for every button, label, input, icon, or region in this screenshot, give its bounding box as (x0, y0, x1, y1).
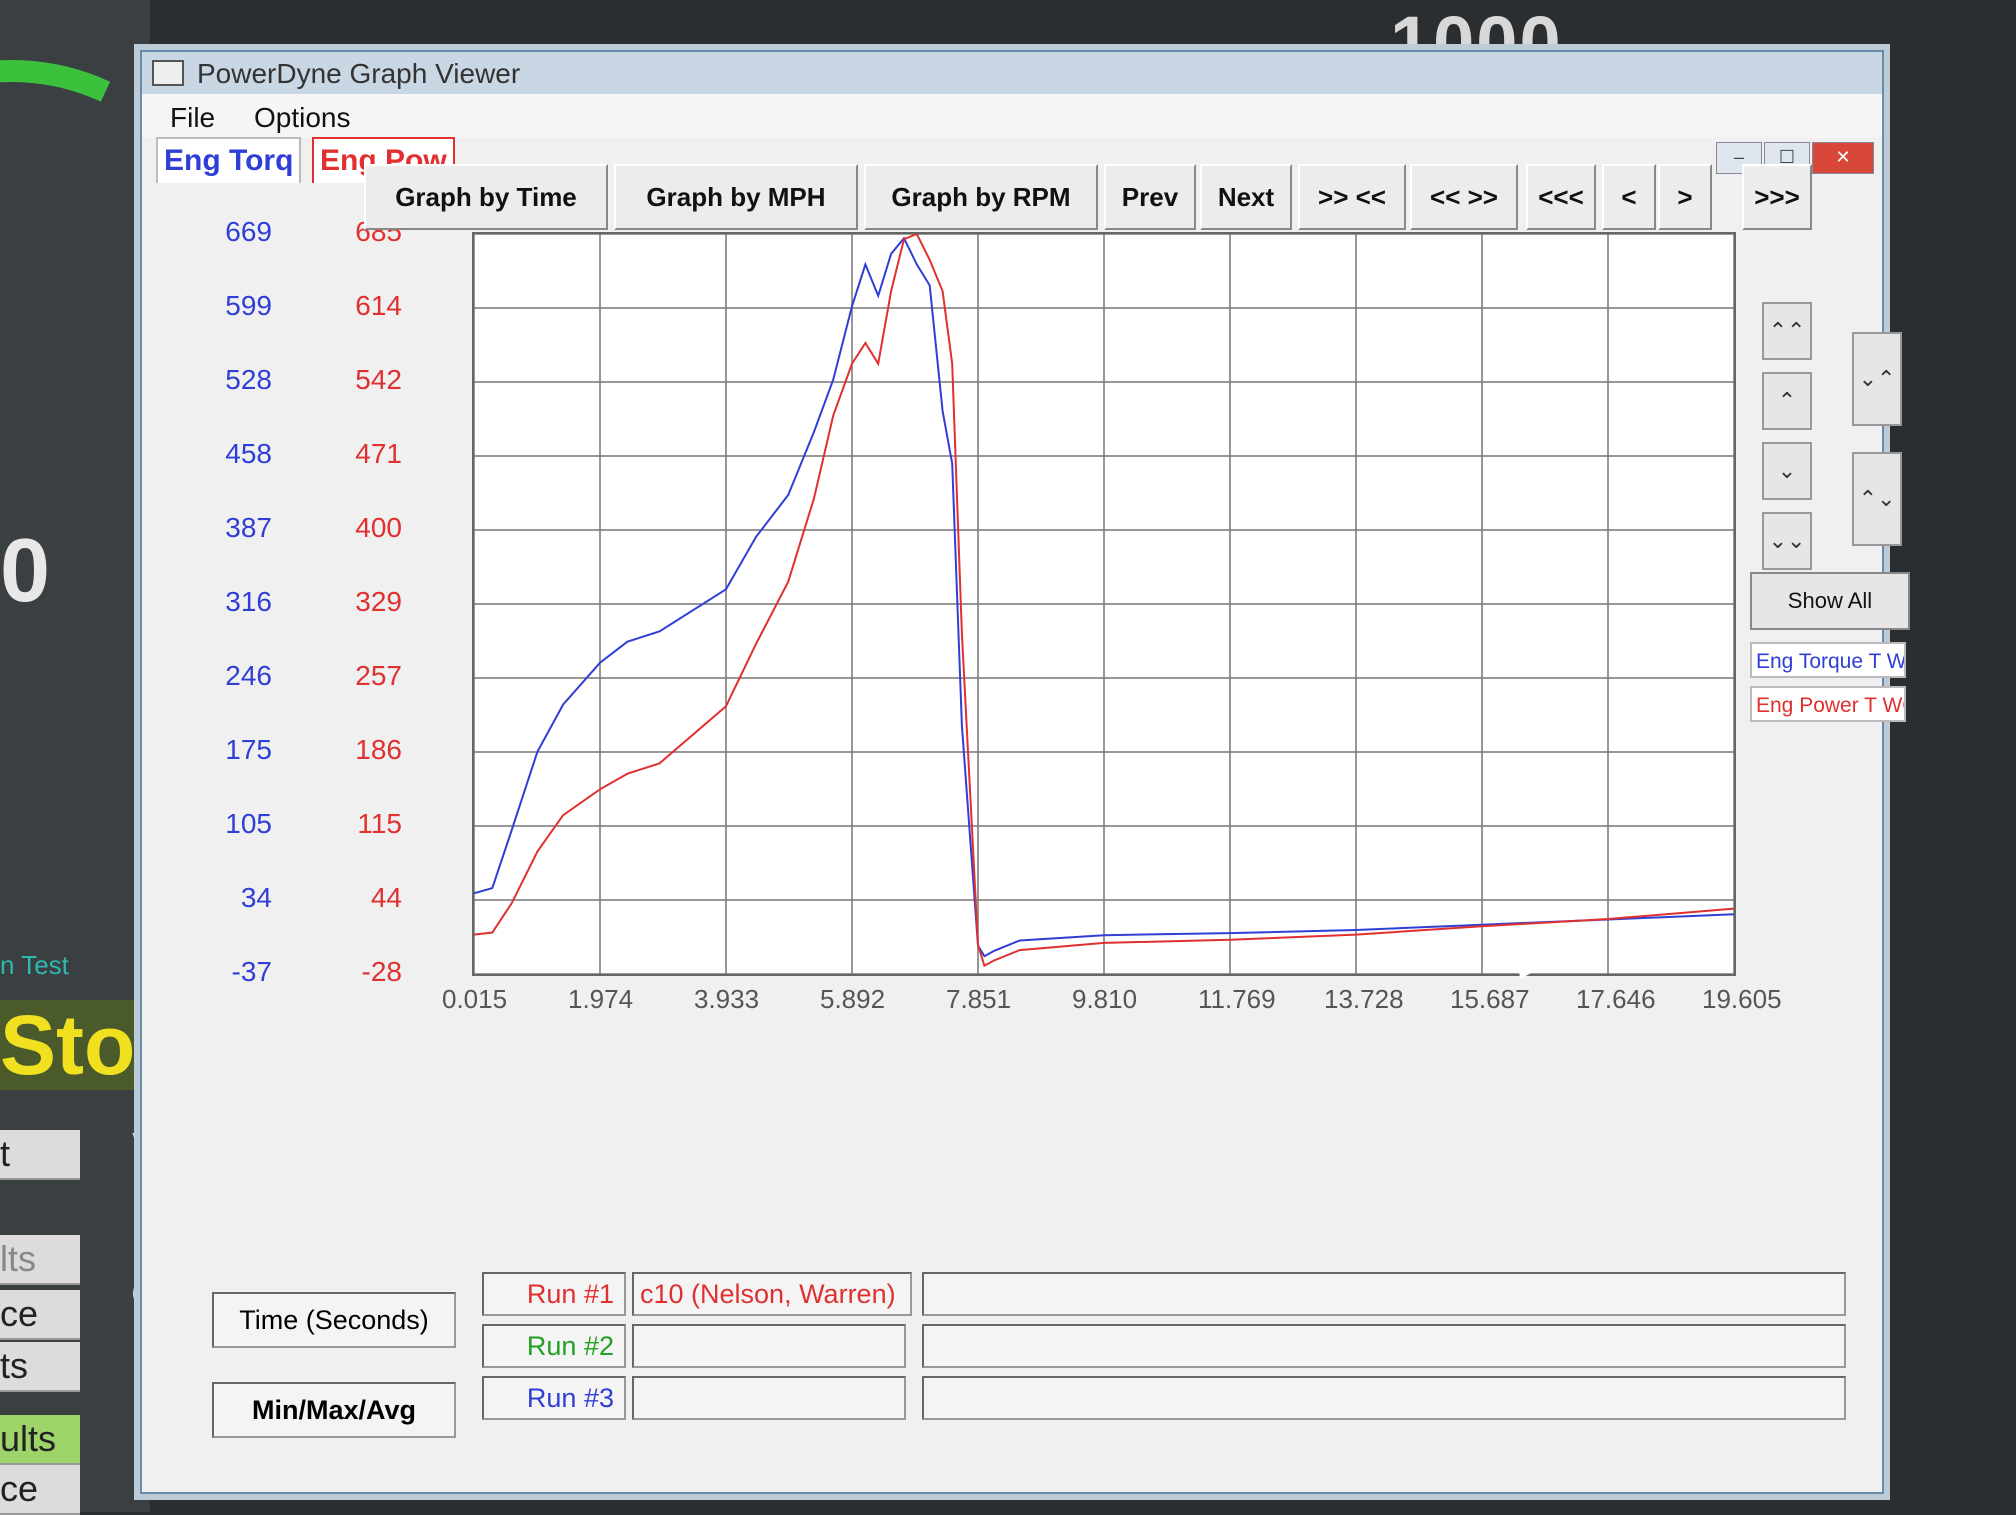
close-button[interactable]: ✕ (1812, 142, 1874, 174)
title-bar[interactable]: PowerDyne Graph Viewer (142, 52, 1882, 94)
zoom-out-button[interactable]: << >> (1410, 164, 1518, 230)
y-tick-label-power: 542 (355, 364, 402, 395)
window-title: PowerDyne Graph Viewer (197, 58, 521, 89)
y-tick-label-torque: 387 (225, 512, 272, 543)
left-stub[interactable]: ts (0, 1342, 80, 1392)
y-tick-label-torque: 175 (225, 734, 272, 765)
app-icon (152, 60, 184, 86)
run-2-info-field[interactable] (922, 1324, 1846, 1368)
x-tick-label: 7.851 (946, 984, 1012, 1014)
run-1-label[interactable]: Run #1 (482, 1272, 626, 1316)
left-stub[interactable]: ults (0, 1415, 80, 1465)
menu-bar: File Options (142, 94, 1882, 138)
scroll-far-left-button[interactable]: <<< (1526, 164, 1596, 230)
y-tick-label-power: -28 (361, 956, 402, 987)
left-stub[interactable]: t (0, 1130, 80, 1180)
scroll-right-button[interactable]: > (1658, 164, 1712, 230)
background-faint-text: n Test (0, 950, 69, 980)
x-tick-label: 11.769 (1198, 984, 1276, 1014)
legend-torque[interactable]: Eng Torque T WC (1750, 642, 1906, 678)
y-tick-label-torque: 599 (225, 290, 272, 321)
y-zoom-out-button[interactable]: ⌃⌄ (1852, 452, 1902, 546)
graph-by-rpm-button[interactable]: Graph by RPM (864, 164, 1098, 230)
legend-power[interactable]: Eng Power T WC (1750, 686, 1906, 722)
run-1-info-field[interactable] (922, 1272, 1846, 1316)
y-tick-label-torque: 105 (225, 808, 272, 839)
y-tick-label-torque: 246 (225, 660, 272, 691)
x-tick-label: 0.015 (442, 984, 508, 1014)
y-tick-label-power: 471 (355, 438, 402, 469)
run-2-name-field[interactable] (632, 1324, 906, 1368)
plot-area[interactable] (472, 232, 1736, 976)
y-tick-label-torque: 458 (225, 438, 272, 469)
x-tick-label: 3.933 (694, 984, 760, 1014)
y-tick-label-torque: -37 (231, 956, 272, 987)
y-tick-label-torque: 34 (240, 882, 272, 913)
run-3-label[interactable]: Run #3 (482, 1376, 626, 1420)
run-1-name-field[interactable]: c10 (Nelson, Warren) (632, 1272, 912, 1316)
run-2-label[interactable]: Run #2 (482, 1324, 626, 1368)
graph-by-mph-button[interactable]: Graph by MPH (614, 164, 858, 230)
x-tick-label: 15.687 (1450, 984, 1530, 1014)
y-tick-label-power: 186 (355, 734, 402, 765)
scroll-down-button[interactable]: ⌄ (1762, 442, 1812, 500)
menu-options[interactable]: Options (254, 102, 351, 134)
y-tick-label-power: 329 (355, 586, 402, 617)
y-tick-label-power: 44 (370, 882, 402, 913)
y-tick-label-torque: 316 (225, 586, 272, 617)
y-tick-label-torque: 669 (225, 216, 272, 247)
x-tick-label: 19.605 (1702, 984, 1782, 1014)
left-stub[interactable]: ce (0, 1290, 80, 1340)
x-tick-label: 5.892 (820, 984, 886, 1014)
tab-eng-torque[interactable]: Eng Torq (156, 137, 302, 183)
x-tick-label: 13.728 (1324, 984, 1404, 1014)
y-zoom-in-button[interactable]: ⌄⌃ (1852, 332, 1902, 426)
y-tick-label-torque: 528 (225, 364, 272, 395)
y-tick-label-power: 400 (355, 512, 402, 543)
stop-button[interactable]: Sto (0, 1000, 150, 1090)
scroll-bottom-button[interactable]: ⌄⌄ (1762, 512, 1812, 570)
y-tick-label-power: 257 (355, 660, 402, 691)
x-tick-label: 9.810 (1072, 984, 1138, 1014)
next-button[interactable]: Next (1200, 164, 1292, 230)
scroll-up-button[interactable]: ⌃ (1762, 372, 1812, 430)
x-tick-label: 1.974 (568, 984, 634, 1014)
x-tick-label: 17.646 (1576, 984, 1656, 1014)
minmax-avg-button[interactable]: Min/Max/Avg (212, 1382, 456, 1438)
run-3-name-field[interactable] (632, 1376, 906, 1420)
graph-by-time-button[interactable]: Graph by Time (364, 164, 608, 230)
zoom-in-button[interactable]: >> << (1298, 164, 1406, 230)
dyno-chart (473, 232, 1735, 975)
scroll-far-right-button[interactable]: >>> (1742, 164, 1812, 230)
left-stub[interactable]: lts (0, 1235, 80, 1285)
graph-viewer-window: PowerDyne Graph Viewer – ☐ ✕ File Option… (140, 50, 1910, 1494)
y-tick-label-power: 115 (357, 808, 402, 839)
prev-button[interactable]: Prev (1104, 164, 1196, 230)
scroll-top-button[interactable]: ⌃⌃ (1762, 302, 1812, 360)
gauge-value: 0 (0, 521, 51, 621)
y-tick-label-power: 614 (355, 290, 402, 321)
show-all-button[interactable]: Show All (1750, 572, 1910, 630)
scroll-left-button[interactable]: < (1602, 164, 1656, 230)
xaxis-selector[interactable]: Time (Seconds) (212, 1292, 456, 1348)
run-3-info-field[interactable] (922, 1376, 1846, 1420)
menu-file[interactable]: File (170, 102, 215, 134)
left-stub[interactable]: ce (0, 1465, 80, 1515)
